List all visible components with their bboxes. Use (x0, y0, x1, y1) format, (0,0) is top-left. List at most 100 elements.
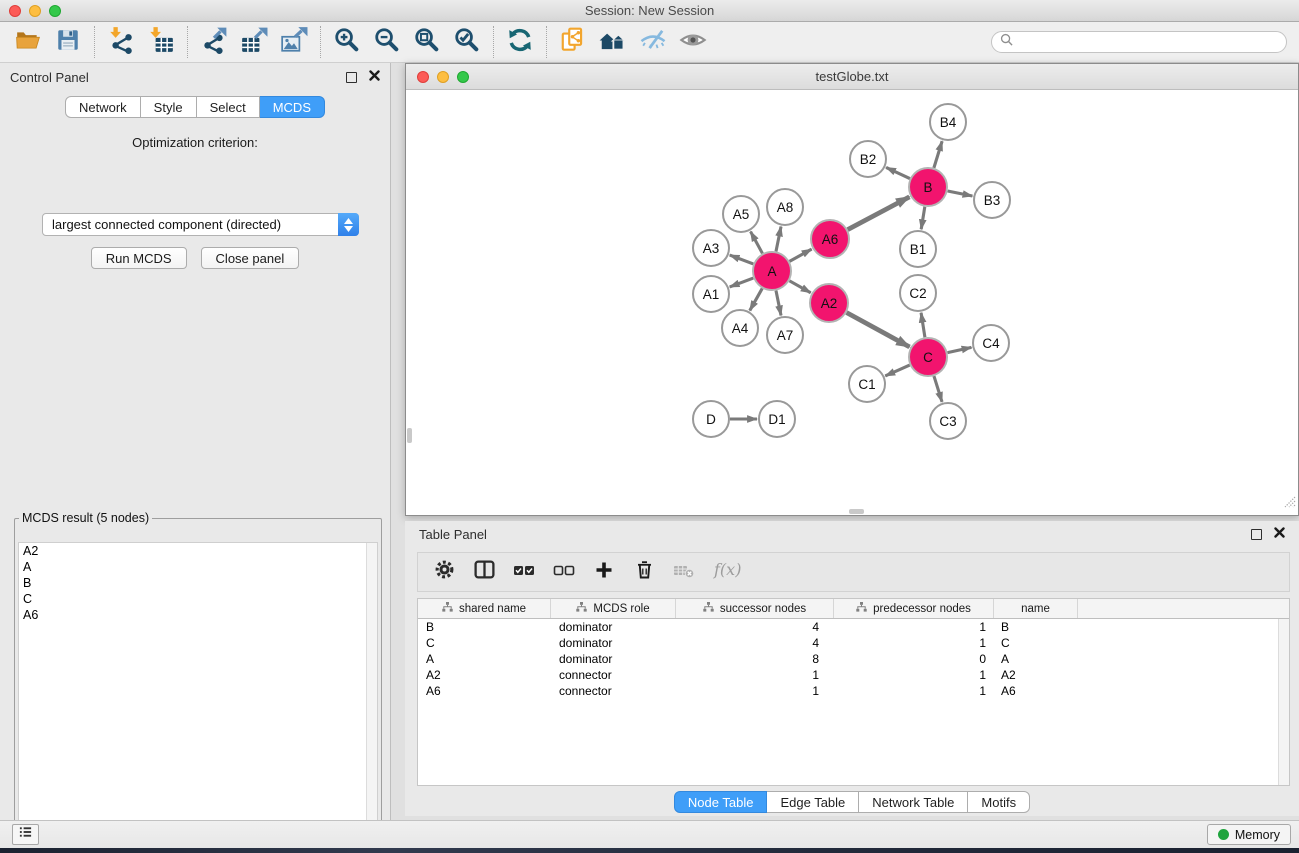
graph-edge-A2-C[interactable] (847, 313, 910, 347)
mcds-result-item[interactable]: C (19, 591, 377, 607)
table-cell[interactable]: 8 (676, 651, 834, 667)
delete-columns-button[interactable] (626, 556, 662, 588)
task-history-button[interactable] (12, 824, 39, 845)
tab-node-table[interactable]: Node Table (674, 791, 768, 813)
table-cell[interactable]: A (994, 651, 1078, 667)
graph-edge-C-C2[interactable] (921, 313, 925, 337)
graph-edge-A6-B[interactable] (848, 197, 910, 230)
zoom-in-button[interactable] (327, 25, 367, 59)
tab-select[interactable]: Select (197, 96, 260, 118)
table-cell[interactable]: 1 (834, 683, 994, 699)
table-cell[interactable]: 1 (834, 667, 994, 683)
mcds-result-item[interactable]: B (19, 575, 377, 591)
export-network-button[interactable] (194, 25, 234, 59)
search-field[interactable] (991, 31, 1287, 53)
close-table-panel-icon[interactable] (1274, 525, 1285, 543)
table-cell[interactable]: dominator (551, 619, 676, 635)
graph-edge-C-C4[interactable] (948, 347, 972, 352)
node-table[interactable]: shared nameMCDS rolesuccessor nodesprede… (417, 598, 1290, 786)
zoom-selected-button[interactable] (447, 25, 487, 59)
open-session-button[interactable] (8, 25, 48, 59)
table-cell[interactable]: 1 (676, 667, 834, 683)
close-panel-icon[interactable] (369, 68, 380, 86)
graph-edge-A-A5[interactable] (751, 232, 763, 254)
tab-style[interactable]: Style (141, 96, 197, 118)
home-button[interactable] (593, 25, 633, 59)
graph-edge-A-A7[interactable] (776, 291, 781, 316)
table-cell[interactable]: dominator (551, 635, 676, 651)
network-from-file-button[interactable] (553, 25, 593, 59)
graph-edge-B-B4[interactable] (934, 141, 942, 168)
table-cell[interactable]: connector (551, 667, 676, 683)
table-cell[interactable]: B (994, 619, 1078, 635)
graph-edge-A-A8[interactable] (776, 227, 781, 252)
column-header-shared-name[interactable]: shared name (418, 599, 551, 618)
export-table-button[interactable] (234, 25, 274, 59)
result-list-scrollbar[interactable] (366, 543, 377, 853)
add-column-button[interactable] (586, 556, 622, 588)
table-cell[interactable]: 4 (676, 619, 834, 635)
table-cell[interactable]: connector (551, 683, 676, 699)
network-vertical-scrollbar[interactable] (407, 428, 412, 443)
table-row[interactable]: A2connector11A2 (418, 667, 1289, 683)
table-options-button[interactable] (426, 556, 462, 588)
close-panel-button[interactable]: Close panel (201, 247, 300, 269)
graph-edge-B-B2[interactable] (886, 167, 910, 178)
graph-edge-B-B3[interactable] (948, 191, 973, 196)
hide-graphics-details-button[interactable] (633, 25, 673, 59)
show-columns-button[interactable] (466, 556, 502, 588)
tab-mcds[interactable]: MCDS (260, 96, 325, 118)
resize-grip-icon[interactable] (1283, 495, 1296, 513)
column-header-predecessor-nodes[interactable]: predecessor nodes (834, 599, 994, 618)
table-cell[interactable]: C (418, 635, 551, 651)
delete-table-button[interactable] (666, 556, 702, 588)
graph-edge-A-A2[interactable] (789, 281, 810, 293)
float-panel-icon[interactable] (346, 72, 357, 83)
table-cell[interactable]: A6 (418, 683, 551, 699)
refresh-view-button[interactable] (500, 25, 540, 59)
search-input[interactable] (1018, 35, 1278, 49)
column-header-name[interactable]: name (994, 599, 1078, 618)
zoom-out-button[interactable] (367, 25, 407, 59)
function-builder-button[interactable]: f(x) (706, 556, 754, 588)
graph-edge-A-A4[interactable] (750, 288, 762, 310)
run-mcds-button[interactable]: Run MCDS (91, 247, 187, 269)
save-session-button[interactable] (48, 25, 88, 59)
network-graph[interactable]: AA2A6BCA1A3A4A5A7A8B1B2B3B4C1C2C3C4DD1 (406, 90, 1298, 515)
table-row[interactable]: Cdominator41C (418, 635, 1289, 651)
table-row[interactable]: A6connector11A6 (418, 683, 1289, 699)
mcds-result-item[interactable]: A2 (19, 543, 377, 559)
table-cell[interactable]: A2 (418, 667, 551, 683)
table-cell[interactable]: C (994, 635, 1078, 651)
network-horizontal-scrollbar[interactable] (849, 509, 864, 514)
column-header-MCDS-role[interactable]: MCDS role (551, 599, 676, 618)
network-canvas[interactable]: AA2A6BCA1A3A4A5A7A8B1B2B3B4C1C2C3C4DD1 (406, 90, 1298, 515)
table-cell[interactable]: 1 (834, 635, 994, 651)
mcds-result-item[interactable]: A6 (19, 607, 377, 623)
table-row[interactable]: Bdominator41B (418, 619, 1289, 635)
table-cell[interactable]: A6 (994, 683, 1078, 699)
table-cell[interactable]: A2 (994, 667, 1078, 683)
deselect-all-rows-button[interactable] (546, 556, 582, 588)
table-cell[interactable]: 1 (676, 683, 834, 699)
graph-edge-C-C1[interactable] (885, 365, 909, 376)
table-row[interactable]: Adominator80A (418, 651, 1289, 667)
tab-network-table[interactable]: Network Table (859, 791, 968, 813)
float-table-panel-icon[interactable] (1251, 529, 1262, 540)
mcds-result-list[interactable]: A2ABCA6 (18, 542, 378, 853)
table-cell[interactable]: dominator (551, 651, 676, 667)
column-header-successor-nodes[interactable]: successor nodes (676, 599, 834, 618)
import-network-button[interactable] (101, 25, 141, 59)
graph-edge-A-A1[interactable] (730, 278, 754, 287)
graph-edge-B-B1[interactable] (921, 207, 925, 230)
graph-edge-A-A3[interactable] (730, 255, 754, 264)
mcds-result-item[interactable]: A (19, 559, 377, 575)
table-cell[interactable]: 1 (834, 619, 994, 635)
table-scrollbar[interactable] (1278, 619, 1289, 785)
table-cell[interactable]: 4 (676, 635, 834, 651)
table-cell[interactable]: B (418, 619, 551, 635)
show-graphics-details-button[interactable] (673, 25, 713, 59)
select-all-rows-button[interactable] (506, 556, 542, 588)
network-window-titlebar[interactable]: testGlobe.txt (406, 64, 1298, 90)
graph-edge-C-C3[interactable] (934, 376, 942, 402)
